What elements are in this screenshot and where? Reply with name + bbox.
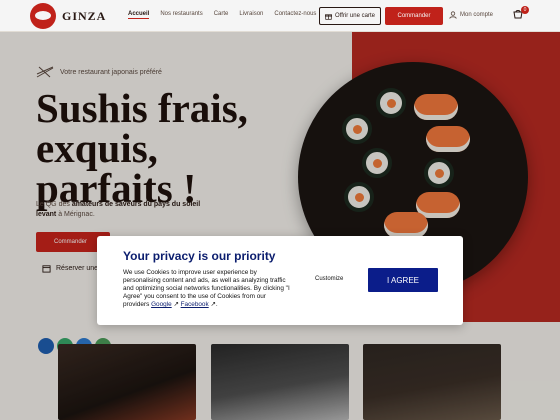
facebook-link[interactable]: Facebook: [181, 301, 209, 308]
google-link[interactable]: Google: [151, 301, 172, 308]
page-dim-overlay-top: [0, 0, 560, 32]
consent-title: Your privacy is our priority: [123, 249, 276, 263]
agree-button[interactable]: I AGREE: [368, 268, 438, 292]
customize-button[interactable]: Customize: [315, 276, 343, 282]
external-link-icon: ↗: [171, 301, 179, 308]
page-dim-overlay: [0, 32, 560, 420]
consent-text-end: .: [215, 301, 218, 308]
cookie-consent-dialog: Your privacy is our priority We use Cook…: [97, 236, 463, 325]
external-link-icon: ↗: [208, 301, 216, 308]
consent-body: We use Cookies to improve user experienc…: [123, 269, 293, 309]
